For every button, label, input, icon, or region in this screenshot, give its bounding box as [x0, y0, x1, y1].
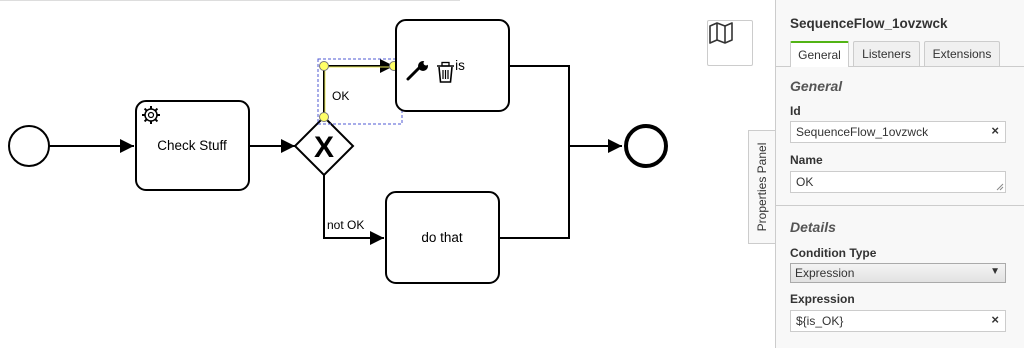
gateway-x-icon: X [314, 131, 334, 164]
startpoint-handle[interactable] [319, 112, 329, 122]
properties-panel-toggle[interactable]: Properties Panel [748, 130, 775, 244]
id-field[interactable]: SequenceFlow_1ovzwck × [790, 121, 1006, 143]
name-label: Name [790, 153, 823, 167]
task-do-this-label: is [455, 58, 465, 73]
task-do-that-label: do that [421, 230, 463, 245]
bpmn-canvas[interactable]: Check Stuff X OK is not OK do that Prope… [0, 0, 775, 348]
map-icon [709, 22, 733, 44]
bendpoint-handle[interactable] [319, 61, 329, 71]
start-event[interactable] [8, 125, 50, 167]
properties-panel: SequenceFlow_1ovzwck General Listeners E… [775, 0, 1024, 348]
section-details-heading: Details [790, 219, 836, 235]
name-field[interactable]: OK [790, 171, 1006, 193]
clear-expression-icon[interactable]: × [991, 313, 999, 326]
properties-panel-toggle-label: Properties Panel [755, 142, 769, 232]
context-pad [404, 60, 456, 84]
section-divider [776, 205, 1024, 206]
expression-label: Expression [790, 292, 855, 306]
condition-type-select[interactable]: Expression ▼ [790, 263, 1006, 283]
panel-title: SequenceFlow_1ovzwck [790, 16, 948, 31]
flow-not-ok-label: not OK [327, 218, 364, 232]
resize-grip-icon[interactable] [995, 182, 1004, 191]
tab-listeners[interactable]: Listeners [853, 41, 920, 66]
flow-ok[interactable]: OK [317, 58, 403, 125]
tab-extensions[interactable]: Extensions [924, 41, 1000, 66]
selection-outline [317, 58, 403, 125]
flow-this-to-end[interactable] [509, 65, 570, 146]
flow-not-ok[interactable]: not OK [323, 175, 384, 245]
task-check-stuff[interactable]: Check Stuff [135, 100, 250, 191]
minimap-toggle-button[interactable] [707, 20, 753, 66]
diagram-svg: Check Stuff X OK is not OK do that [0, 0, 668, 284]
id-field-value: SequenceFlow_1ovzwck [796, 125, 929, 139]
condition-type-label: Condition Type [790, 246, 877, 260]
expression-field[interactable]: ${is_OK} × [790, 310, 1006, 332]
task-check-stuff-label: Check Stuff [157, 138, 227, 153]
section-general-heading: General [790, 78, 843, 94]
chevron-down-icon: ▼ [990, 266, 1000, 277]
flow-ok-label: OK [332, 89, 349, 103]
task-do-that[interactable]: do that [385, 191, 500, 284]
name-field-value: OK [796, 175, 814, 189]
id-label: Id [790, 104, 801, 118]
tab-general[interactable]: General [790, 41, 849, 67]
exclusive-gateway[interactable]: X [293, 115, 355, 177]
clear-id-icon[interactable]: × [991, 124, 999, 137]
condition-type-value: Expression [795, 266, 855, 280]
expression-field-value: ${is_OK} [796, 314, 844, 328]
panel-tabs: General Listeners Extensions [776, 41, 1024, 67]
flow-that-to-end[interactable] [499, 139, 622, 239]
end-event[interactable] [624, 124, 668, 168]
